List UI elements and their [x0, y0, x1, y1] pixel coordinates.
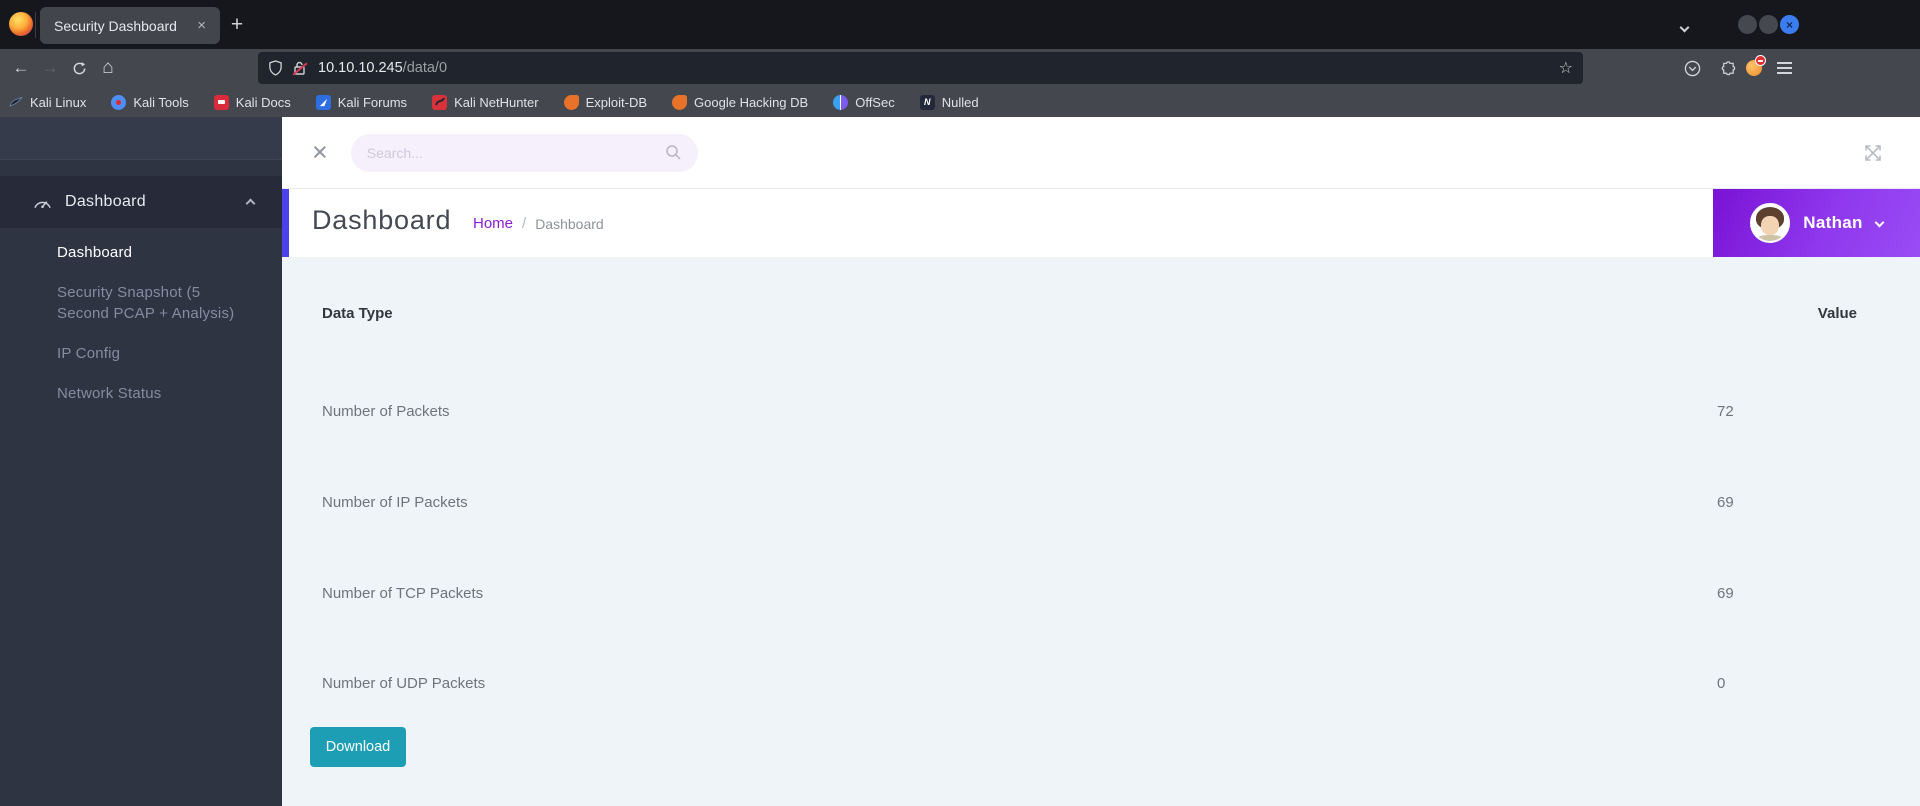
breadcrumb-home-link[interactable]: Home — [473, 215, 513, 232]
window-close-button[interactable]: × — [1780, 15, 1799, 34]
gauge-icon — [33, 195, 52, 210]
table-row: Number of UDP Packets 0 — [282, 675, 1920, 693]
header-accent-bar — [282, 189, 289, 257]
data-table: Data Type Value Number of Packets 72 Num… — [282, 257, 1920, 806]
browser-titlebar: Security Dashboard × + × — [0, 0, 1920, 49]
search-icon[interactable] — [665, 144, 682, 161]
browser-window: Security Dashboard × + × ← → ⌂ 10.10.10.… — [0, 0, 1920, 806]
bookmark-kali-forums[interactable]: Kali Forums — [315, 94, 407, 110]
fullscreen-expand-icon[interactable] — [1861, 141, 1885, 165]
sidebar-item-security-snapshot[interactable]: Security Snapshot (5 Second PCAP + Analy… — [57, 282, 242, 324]
bookmark-kali-tools[interactable]: Kali Tools — [111, 94, 189, 110]
back-icon[interactable]: ← — [8, 49, 34, 87]
row-label: Number of TCP Packets — [322, 585, 484, 602]
bookmark-google-hacking-db[interactable]: Google Hacking DB — [672, 94, 808, 110]
bookmarks-bar: Kali Linux Kali Tools Kali Docs Kali For… — [0, 87, 1920, 117]
column-header-data-type: Data Type — [322, 305, 393, 322]
row-value: 69 — [1717, 585, 1734, 602]
sidebar-subnav: Dashboard Security Snapshot (5 Second PC… — [0, 228, 282, 404]
page-header: Dashboard Home / Dashboard Nathan — [282, 189, 1920, 257]
chevron-down-icon — [1874, 217, 1885, 227]
bookmark-kali-docs[interactable]: Kali Docs — [213, 94, 291, 110]
tracking-shield-icon[interactable] — [268, 60, 283, 76]
bookmark-nulled[interactable]: N Nulled — [919, 94, 979, 110]
bookmark-offsec[interactable]: OffSec — [833, 94, 895, 110]
row-label: Number of UDP Packets — [322, 675, 486, 692]
insecure-lock-icon[interactable] — [292, 61, 308, 76]
bookmark-star-icon[interactable]: ☆ — [1559, 58, 1573, 78]
window-minimize-button[interactable] — [1738, 15, 1757, 34]
column-header-value: Value — [1817, 305, 1857, 322]
tab-separator — [35, 12, 36, 38]
page-topbar: × — [282, 117, 1920, 189]
breadcrumb: Home / Dashboard — [473, 215, 604, 232]
google-hacking-db-icon — [672, 94, 688, 110]
table-row: Number of Packets 72 — [282, 403, 1920, 421]
sidebar-item-dashboard[interactable]: Dashboard — [57, 242, 242, 263]
offsec-icon — [833, 94, 849, 110]
row-value: 0 — [1717, 675, 1726, 692]
row-value: 69 — [1717, 494, 1734, 511]
kali-tools-icon — [111, 94, 127, 110]
kali-forums-icon — [315, 94, 331, 110]
avatar — [1750, 203, 1791, 243]
kali-linux-icon — [8, 95, 23, 110]
pocket-icon[interactable] — [1678, 49, 1706, 87]
kali-docs-icon — [213, 94, 229, 110]
new-tab-button[interactable]: + — [224, 12, 250, 38]
sidebar-item-network-status[interactable]: Network Status — [57, 383, 242, 404]
main-area: × Dashboard Home — [282, 117, 1920, 806]
url-path: /data/0 — [402, 60, 448, 76]
exploit-db-icon — [563, 94, 579, 110]
bookmark-kali-linux[interactable]: Kali Linux — [8, 95, 86, 110]
browser-navbar: ← → ⌂ 10.10.10.245/data/0 ☆ — [0, 49, 1920, 87]
page-title: Dashboard — [312, 205, 452, 235]
sidebar-group-dashboard[interactable]: Dashboard — [0, 176, 282, 228]
forward-icon[interactable]: → — [37, 49, 63, 87]
row-value: 72 — [1717, 403, 1734, 420]
sidebar: Dashboard Dashboard Security Snapshot (5… — [0, 117, 282, 806]
proxy-extension-icon[interactable] — [1740, 49, 1768, 87]
list-tabs-chevron-icon[interactable] — [1679, 18, 1690, 36]
download-button[interactable]: Download — [310, 727, 406, 767]
home-icon[interactable]: ⌂ — [95, 49, 121, 87]
tab-title: Security Dashboard — [54, 17, 177, 34]
user-name: Nathan — [1803, 213, 1863, 232]
chevron-up-icon — [245, 198, 256, 209]
bookmark-exploit-db[interactable]: Exploit-DB — [563, 94, 647, 110]
url-bar[interactable]: 10.10.10.245/data/0 ☆ — [258, 52, 1583, 84]
window-maximize-button[interactable] — [1759, 15, 1778, 34]
table-row: Number of TCP Packets 69 — [282, 585, 1920, 603]
breadcrumb-current: Dashboard — [535, 215, 604, 232]
search-box[interactable] — [350, 133, 698, 172]
sidebar-group-label: Dashboard — [65, 193, 146, 210]
sidebar-item-ip-config[interactable]: IP Config — [57, 343, 242, 364]
tab-security-dashboard[interactable]: Security Dashboard × — [40, 7, 220, 44]
sidebar-toggle-icon[interactable]: × — [312, 139, 328, 166]
user-menu[interactable]: Nathan — [1713, 189, 1920, 257]
tab-close-icon[interactable]: × — [193, 16, 210, 35]
reload-icon[interactable] — [66, 49, 92, 87]
breadcrumb-separator: / — [522, 215, 527, 232]
nulled-icon: N — [919, 94, 935, 110]
table-row: Number of IP Packets 69 — [282, 494, 1920, 512]
page-viewport: Dashboard Dashboard Security Snapshot (5… — [0, 117, 1920, 806]
firefox-logo-icon[interactable] — [9, 12, 33, 36]
bookmark-kali-nethunter[interactable]: Kali NetHunter — [432, 94, 539, 110]
url-host: 10.10.10.245 — [318, 60, 403, 76]
kali-nethunter-icon — [432, 94, 448, 110]
sidebar-header — [0, 117, 282, 160]
row-label: Number of Packets — [322, 403, 450, 420]
menu-hamburger-icon[interactable] — [1770, 49, 1798, 87]
extensions-puzzle-icon[interactable] — [1713, 49, 1741, 87]
search-input[interactable] — [366, 144, 665, 161]
row-label: Number of IP Packets — [322, 494, 468, 511]
